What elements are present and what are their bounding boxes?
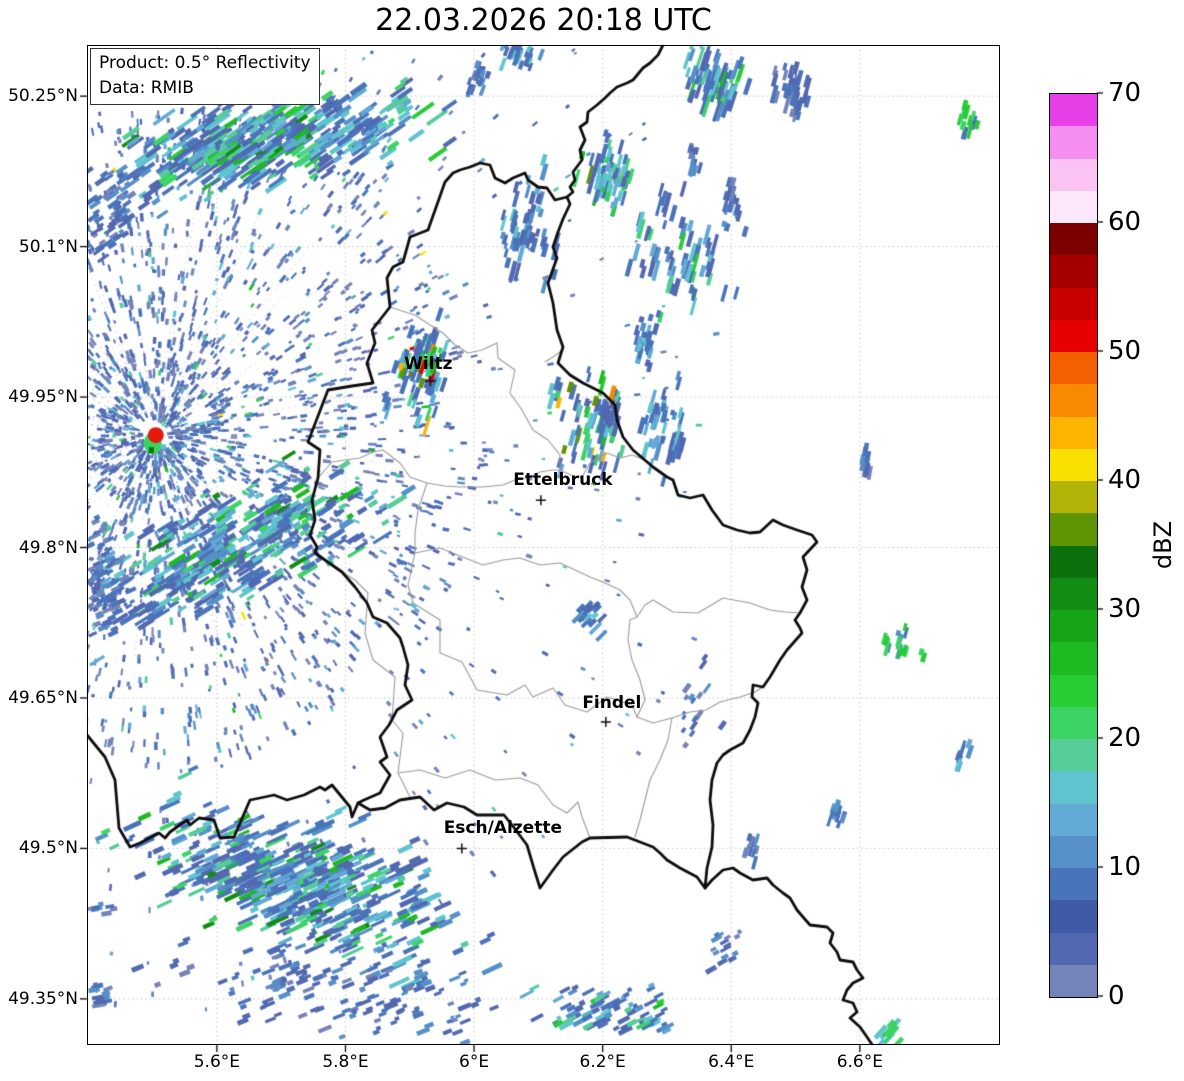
colorbar-segment <box>1050 900 1097 933</box>
colorbar-segment <box>1050 771 1097 804</box>
city-label: Ettelbruck <box>513 470 613 491</box>
x-axis-tick-label: 5.6°E <box>193 1052 241 1072</box>
colorbar-segment <box>1050 642 1097 675</box>
x-axis-tick-label: 5.8°E <box>322 1052 369 1072</box>
x-axis-tick-label: 6.4°E <box>708 1052 755 1072</box>
colorbar-segment <box>1050 545 1097 578</box>
colorbar-tick-label: 30 <box>1108 594 1142 624</box>
y-axis-tick-label: 49.35°N <box>8 988 78 1009</box>
y-axis-tick-label: 49.5°N <box>18 838 78 859</box>
colorbar <box>1049 93 1098 998</box>
city-label: Esch/Alzette <box>443 818 562 839</box>
colorbar-segment <box>1050 287 1097 320</box>
colorbar-segment <box>1050 448 1097 481</box>
colorbar-segment <box>1050 223 1097 256</box>
colorbar-segment <box>1050 803 1097 836</box>
city-label: Wiltz <box>404 354 453 374</box>
colorbar-segment <box>1050 352 1097 385</box>
colorbar-segment <box>1050 739 1097 772</box>
colorbar-segment <box>1050 94 1097 127</box>
product-info-box: Product: 0.5° Reflectivity Data: RMIB <box>90 48 320 106</box>
colorbar-segment <box>1050 932 1097 965</box>
figure-title: 22.03.2026 20:18 UTC <box>375 3 712 38</box>
colorbar-segment <box>1050 706 1097 739</box>
x-axis-tick-label: 6.6°E <box>836 1052 883 1072</box>
colorbar-tick-label: 10 <box>1108 852 1142 882</box>
x-axis-tick-label: 6°E <box>459 1052 490 1072</box>
colorbar-tick-label: 70 <box>1108 78 1142 108</box>
y-axis-tick-label: 50.25°N <box>8 86 78 107</box>
colorbar-segment <box>1050 481 1097 514</box>
colorbar-segment <box>1050 577 1097 610</box>
radar-map-canvas <box>0 0 1184 1081</box>
x-axis-tick-label: 6.2°E <box>579 1052 626 1072</box>
colorbar-tick-label: 60 <box>1108 207 1142 237</box>
y-axis-tick-label: 50.1°N <box>18 236 78 257</box>
city-label: Findel <box>582 693 642 714</box>
data-source-label: Data: RMIB <box>99 77 194 98</box>
y-axis-tick-label: 49.95°N <box>8 387 78 408</box>
colorbar-tick-label: 0 <box>1108 981 1125 1011</box>
colorbar-unit-label: dBZ <box>1149 520 1177 570</box>
colorbar-segment <box>1050 674 1097 707</box>
colorbar-segment <box>1050 384 1097 417</box>
y-axis-tick-label: 49.8°N <box>18 537 78 558</box>
colorbar-segment <box>1050 868 1097 901</box>
radar-figure: 22.03.2026 20:18 UTC Product: 0.5° Refle… <box>0 0 1184 1081</box>
colorbar-segment <box>1050 158 1097 191</box>
colorbar-segment <box>1050 319 1097 352</box>
colorbar-segment <box>1050 835 1097 868</box>
colorbar-segment <box>1050 126 1097 159</box>
colorbar-segment <box>1050 513 1097 546</box>
colorbar-segment <box>1050 190 1097 223</box>
colorbar-tick-label: 50 <box>1108 336 1142 366</box>
colorbar-tick-label: 40 <box>1108 465 1142 495</box>
colorbar-segment <box>1050 964 1097 997</box>
colorbar-segment <box>1050 610 1097 643</box>
product-label: Product: 0.5° Reflectivity <box>99 53 311 73</box>
y-axis-tick-label: 49.65°N <box>8 687 78 708</box>
colorbar-segment <box>1050 255 1097 288</box>
colorbar-tick-label: 20 <box>1108 723 1142 753</box>
colorbar-segment <box>1050 416 1097 449</box>
